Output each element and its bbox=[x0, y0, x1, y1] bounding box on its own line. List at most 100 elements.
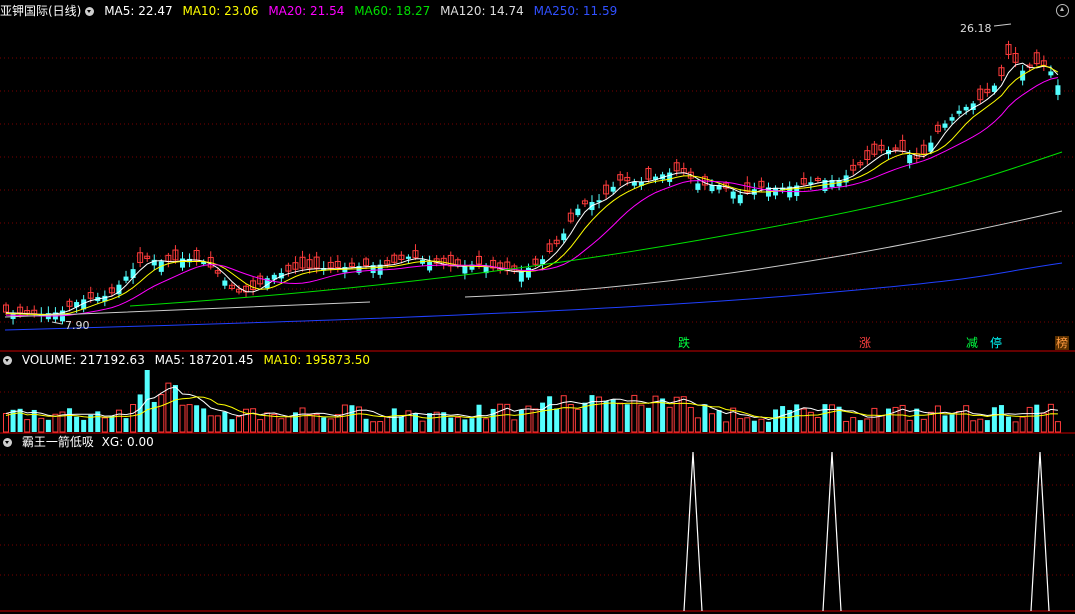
volume-bar bbox=[433, 411, 440, 433]
volume-bar bbox=[490, 408, 496, 432]
volume-bar bbox=[179, 404, 186, 433]
volume-bar bbox=[554, 408, 560, 432]
volume-bar bbox=[666, 406, 673, 433]
volume-bar bbox=[398, 416, 404, 432]
signal-spike bbox=[822, 451, 842, 612]
volume-bar bbox=[624, 404, 630, 432]
volume-panel-header: VOLUME: 217192.63 MA5: 187201.45 MA10: 1… bbox=[0, 351, 376, 369]
badge-reduce[interactable]: 减 bbox=[965, 336, 979, 350]
volume-bar bbox=[963, 405, 970, 433]
volume-bar bbox=[462, 419, 468, 432]
signal-name: 霸王一箭低吸 bbox=[21, 435, 94, 449]
volume-bar bbox=[363, 418, 369, 432]
volume-bar bbox=[441, 412, 447, 432]
volume-bar bbox=[878, 415, 885, 433]
candle-body bbox=[942, 123, 948, 128]
ma120-value: MA120: 14.74 bbox=[440, 4, 524, 18]
signal-value: XG: 0.00 bbox=[101, 435, 154, 449]
badge-list[interactable]: 榜 bbox=[1055, 336, 1069, 350]
candle-body bbox=[525, 267, 531, 278]
volume-bar bbox=[419, 420, 426, 433]
volume-bar bbox=[109, 415, 115, 432]
volume-bar bbox=[271, 413, 278, 433]
volume-bar bbox=[257, 419, 264, 433]
volume-bar bbox=[687, 406, 694, 433]
ma20-line bbox=[5, 77, 1059, 317]
price-indicator-menu-icon[interactable] bbox=[85, 7, 95, 16]
volume-bar bbox=[998, 405, 1004, 432]
volume-bar bbox=[81, 419, 87, 432]
ma5-line bbox=[5, 62, 1059, 315]
badge-halt[interactable]: 停 bbox=[989, 336, 1003, 350]
volume-bar bbox=[511, 419, 518, 433]
price-panel-header: 亚钾国际(日线) MA5: 22.47 MA10: 23.06 MA20: 21… bbox=[0, 2, 623, 20]
candle-body bbox=[1048, 71, 1054, 76]
collapse-button[interactable] bbox=[1056, 4, 1069, 17]
volume-bar bbox=[327, 418, 334, 433]
volume-bar bbox=[949, 414, 955, 432]
volume-bar bbox=[716, 410, 722, 432]
volume-bar bbox=[1019, 416, 1026, 433]
volume-bar bbox=[214, 415, 221, 433]
kline-chart[interactable] bbox=[0, 0, 1075, 614]
candle-body bbox=[949, 117, 955, 121]
volume-bar bbox=[476, 404, 482, 432]
volume-indicator-menu-icon[interactable] bbox=[3, 356, 12, 365]
volume-bar bbox=[278, 418, 285, 433]
volume-bar bbox=[74, 416, 80, 432]
ma250-line bbox=[4, 262, 1063, 331]
volume-bar bbox=[306, 414, 313, 433]
volume-bar bbox=[207, 415, 214, 433]
volume-bar bbox=[123, 418, 129, 432]
volume-bar bbox=[984, 420, 990, 432]
volume-bar bbox=[321, 417, 327, 432]
volume-bar bbox=[871, 407, 878, 433]
candle-body bbox=[561, 233, 567, 241]
badge-rise[interactable]: 涨 bbox=[858, 336, 872, 350]
signal-panel-header: 霸王一箭低吸 XG: 0.00 bbox=[0, 433, 160, 451]
volume-bar bbox=[45, 419, 51, 432]
candle-body bbox=[427, 261, 433, 271]
volume-bar bbox=[794, 404, 800, 432]
volume-bar bbox=[151, 401, 157, 432]
volume-bar bbox=[285, 416, 292, 433]
volume-bar bbox=[384, 416, 391, 433]
volume-bar bbox=[970, 420, 977, 433]
volume-bar bbox=[589, 395, 595, 432]
volume-bar bbox=[194, 405, 200, 432]
volume-bar bbox=[723, 421, 730, 433]
volume-bar bbox=[24, 419, 31, 433]
volume-bar bbox=[540, 402, 546, 432]
ma5-value: MA5: 22.47 bbox=[104, 4, 173, 18]
candle-body bbox=[695, 183, 701, 190]
volume-bar bbox=[1012, 421, 1019, 433]
volume-bar bbox=[574, 408, 581, 433]
volume-bar bbox=[229, 419, 235, 432]
volume-bar bbox=[843, 420, 850, 433]
high-pointer bbox=[993, 23, 1012, 27]
volume-bar bbox=[469, 418, 475, 432]
volume-bar bbox=[886, 408, 891, 432]
signal-indicator-menu-icon[interactable] bbox=[3, 438, 12, 447]
volume-bar bbox=[751, 420, 757, 432]
volume-bar bbox=[1040, 412, 1047, 433]
volume-bar bbox=[977, 418, 984, 433]
signal-spike bbox=[683, 451, 703, 612]
volume-bar bbox=[780, 406, 786, 432]
volume-bar bbox=[638, 404, 645, 433]
stock-title[interactable]: 亚钾国际(日线) bbox=[0, 4, 81, 18]
volume-bar bbox=[800, 408, 807, 433]
volume-bar bbox=[341, 404, 348, 433]
volume-bar bbox=[172, 385, 178, 432]
candle-body bbox=[1055, 85, 1061, 95]
volume-bar bbox=[250, 408, 257, 433]
volume-bar bbox=[920, 418, 927, 433]
badge-fall[interactable]: 跌 bbox=[677, 336, 691, 350]
volume-bar bbox=[454, 416, 461, 433]
volume-bar bbox=[617, 402, 624, 433]
volume-bar bbox=[1034, 404, 1040, 432]
volume-bar bbox=[758, 418, 765, 433]
candle-body bbox=[575, 208, 581, 216]
candle-body bbox=[180, 258, 185, 268]
volume-bar bbox=[603, 401, 609, 432]
